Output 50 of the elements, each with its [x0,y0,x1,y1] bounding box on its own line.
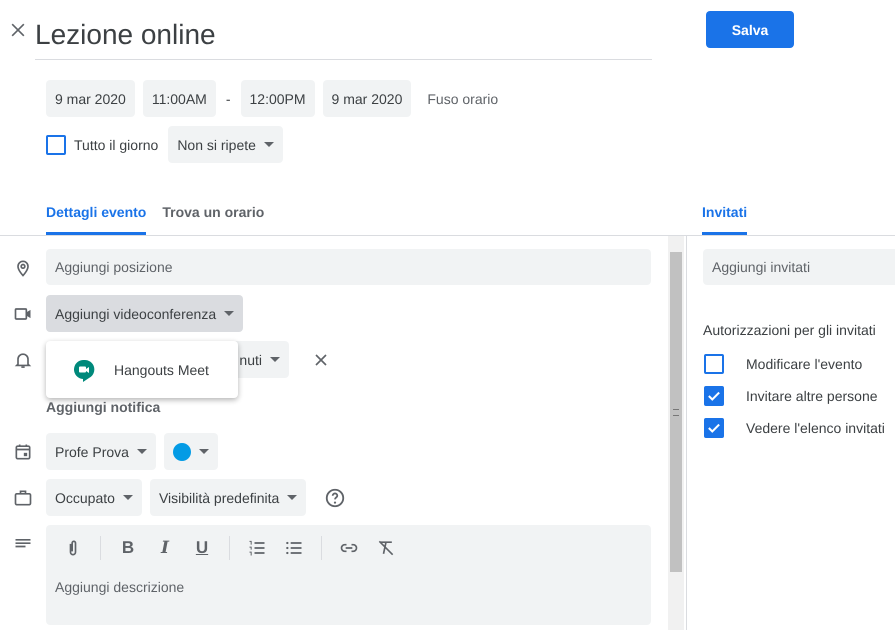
caret-icon [198,449,209,454]
end-date-field[interactable]: 9 mar 2020 [322,80,412,117]
caret-icon [264,142,274,147]
format-button[interactable]: B [118,538,138,558]
calendar-icon [13,442,33,462]
checkbox[interactable] [704,354,724,374]
description-editor[interactable]: B I U Aggiungi descrizione [46,525,651,625]
check-icon [708,423,720,433]
caret-icon [122,495,133,500]
help-icon[interactable] [324,486,346,508]
briefcase-icon [13,488,33,508]
availability-dropdown[interactable]: Occupato [46,479,142,516]
format-button[interactable]: I [155,538,175,558]
caret-icon [224,311,234,316]
numbered-list-icon[interactable] [247,538,267,558]
permissions-heading: Autorizzazioni per gli invitati [703,322,877,338]
tab[interactable]: Invitati [702,191,748,235]
checkbox[interactable] [704,386,724,406]
visibility-dropdown[interactable]: Visibilità predefinita [150,479,306,516]
add-notification-link[interactable]: Aggiungi notifica [46,399,160,415]
end-time-field[interactable]: 12:00PM [240,80,315,117]
start-date-field[interactable]: 9 mar 2020 [46,80,135,117]
location-field[interactable]: Aggiungi posizione [46,249,651,285]
save-button[interactable]: Salva [706,11,794,48]
scrollbar[interactable] [668,236,684,630]
start-time-field[interactable]: 11:00AM [142,80,216,117]
checkbox[interactable] [704,418,724,438]
checkbox-label: Vedere l'elenco invitati [746,420,885,436]
menu-item[interactable]: Hangouts Meet [46,341,238,398]
checkbox[interactable] [46,134,66,154]
guests-field[interactable]: Aggiungi invitati [703,249,895,285]
clear-format-icon[interactable] [376,538,396,558]
caret-icon [136,449,147,454]
checkbox-label: Tutto il giorno [74,136,158,152]
calendar-dropdown[interactable]: Profe Prova [46,433,156,470]
conference-dropdown[interactable]: Aggiungi videoconferenza [46,295,244,332]
repeat-dropdown[interactable]: Non si ripete [168,126,283,163]
date-separator: - [226,90,230,106]
color-dropdown[interactable] [164,433,218,470]
video-chat-icon [72,358,96,382]
tab[interactable]: Trova un orario [162,191,264,235]
caret-icon [270,357,280,362]
caret-icon [287,495,298,500]
format-button[interactable]: U [192,538,212,558]
checkbox-label: Invitare altre persone [746,388,878,404]
timezone-button[interactable]: Fuso orario [419,80,506,117]
checkbox-label: Modificare l'evento [746,356,862,372]
tab[interactable]: Dettagli evento [46,191,146,235]
title-field[interactable]: Lezione online [35,10,652,60]
check-icon [708,391,720,401]
